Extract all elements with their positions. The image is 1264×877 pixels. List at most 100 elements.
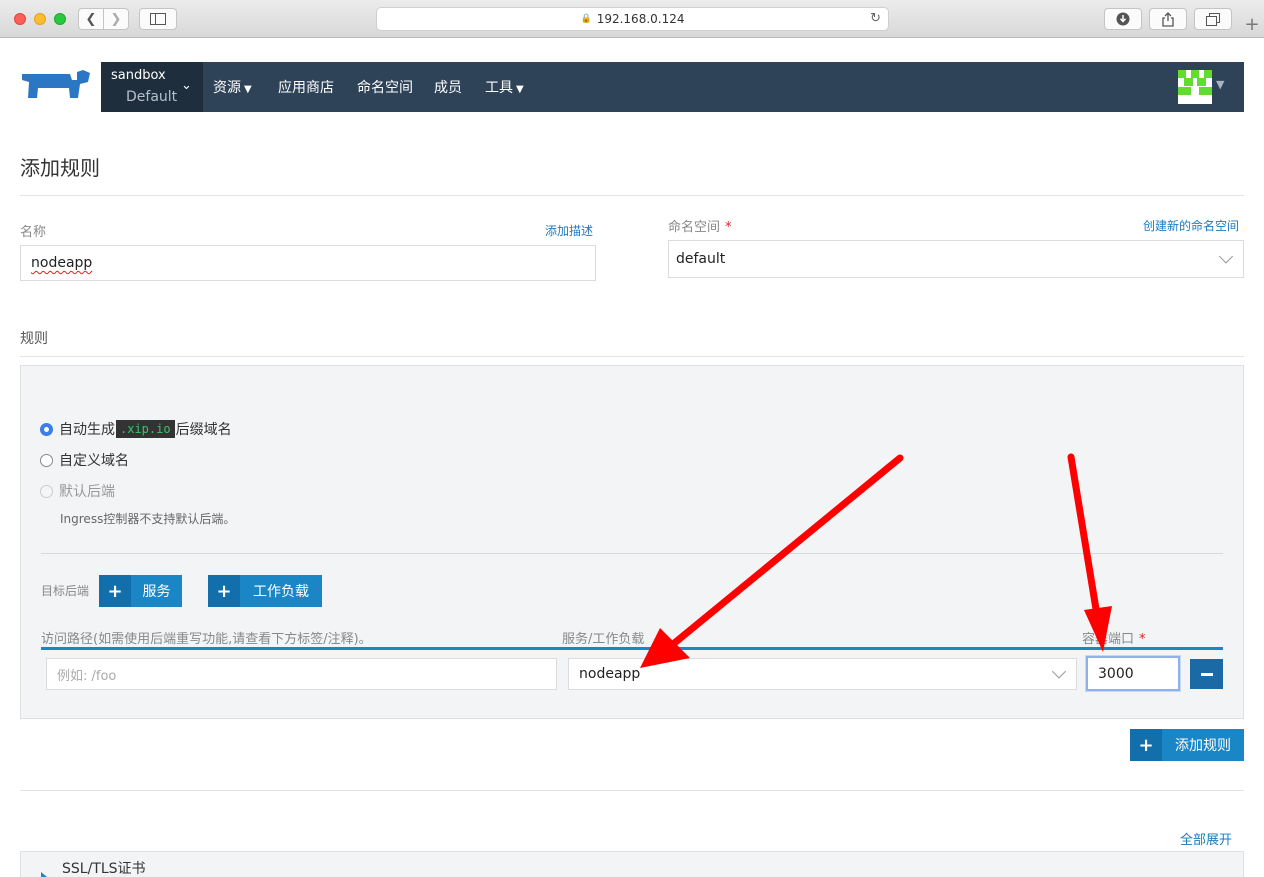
expand-all-link[interactable]: 全部展开 (1180, 829, 1232, 848)
lock-icon: 🔒 (580, 14, 592, 24)
name-label: 名称 (20, 225, 47, 240)
nav-resources-label: 资源 (213, 80, 241, 96)
name-value: nodeapp (31, 255, 93, 271)
add-workload-label: 工作负载 (253, 584, 309, 600)
plus-icon: + (208, 575, 240, 607)
rule-table-header-line (41, 647, 1223, 650)
xip-code: .xip.io (116, 420, 175, 438)
target-select[interactable]: nodeapp (568, 658, 1077, 690)
chevron-down-icon: ▼ (244, 84, 252, 95)
required-marker: * (1139, 632, 1146, 647)
plus-icon: + (1244, 14, 1260, 35)
nav-namespaces[interactable]: 命名空间 (357, 77, 413, 97)
chevron-right-icon: ❯ (110, 11, 122, 27)
add-rule-label: 添加规则 (1175, 738, 1231, 754)
nav-namespaces-label: 命名空间 (357, 80, 413, 96)
create-namespace-link[interactable]: 创建新的命名空间 (1143, 217, 1239, 234)
forward-button[interactable]: ❯ (103, 8, 129, 30)
share-button[interactable] (1149, 8, 1187, 30)
address-text: 192.168.0.124 (596, 12, 685, 26)
port-value: 3000 (1098, 665, 1134, 682)
divider (41, 553, 1223, 554)
chevron-down-icon: ▼ (516, 84, 524, 95)
target-backend-label: 目标后端 (41, 584, 90, 598)
radio-default-backend: 默认后端 (40, 481, 115, 501)
expand-arrow-icon (41, 872, 47, 877)
new-tab-button[interactable]: + (1240, 14, 1264, 38)
target-value: nodeapp (579, 666, 641, 682)
divider (20, 195, 1244, 196)
path-column-header: 访问路径(如需使用后端重写功能,请查看下方标签/注释)。 (41, 632, 372, 647)
download-icon (1116, 12, 1130, 26)
rancher-logo-icon[interactable] (20, 66, 92, 106)
radio-auto-xip[interactable]: 自动生成 .xip.io 后缀域名 (40, 419, 232, 439)
name-input[interactable]: nodeapp (20, 245, 596, 281)
radio-auto-label: 自动生成 (59, 422, 115, 438)
cluster-project-switcher[interactable]: sandbox Default ⌄ (101, 62, 203, 112)
radio-disabled-icon (40, 484, 53, 498)
user-menu-chevron-icon[interactable]: ▼ (1216, 78, 1224, 91)
radio-custom-label: 自定义域名 (59, 453, 129, 469)
add-description-link[interactable]: 添加描述 (545, 222, 593, 239)
required-marker: * (725, 220, 732, 235)
add-service-button[interactable]: + 服务 (99, 575, 182, 607)
plus-icon: + (1130, 729, 1162, 761)
namespace-select[interactable]: default (668, 240, 1244, 278)
page-title: 添加规则 (20, 156, 100, 180)
nav-tools-label: 工具 (485, 80, 513, 96)
add-rule-button[interactable]: + 添加规则 (1130, 729, 1244, 761)
add-workload-button[interactable]: + 工作负载 (208, 575, 322, 607)
add-service-label: 服务 (142, 584, 171, 600)
namespace-value: default (676, 251, 726, 267)
user-avatar[interactable] (1178, 70, 1212, 104)
port-input[interactable]: 3000 (1086, 656, 1180, 691)
namespace-label-text: 命名空间 (668, 220, 721, 235)
chevron-down-icon: ⌄ (181, 78, 192, 93)
share-icon (1162, 11, 1174, 27)
reload-icon[interactable]: ↻ (870, 11, 881, 26)
path-input[interactable]: 例如: /foo (46, 658, 557, 690)
nav-members-label: 成员 (434, 80, 462, 96)
minimize-window-button[interactable] (34, 13, 46, 25)
radio-custom-domain[interactable]: 自定义域名 (40, 450, 129, 470)
sidebar-icon (150, 13, 166, 25)
nav-tools[interactable]: 工具 ▼ (485, 77, 524, 97)
minus-icon (1200, 672, 1213, 676)
nav-resources[interactable]: 资源 ▼ (213, 77, 252, 97)
cluster-name: sandbox (111, 68, 166, 83)
radio-selected-icon (40, 422, 53, 436)
rules-heading: 规则 (20, 331, 48, 347)
address-bar[interactable]: 🔒 192.168.0.124 ↻ (376, 7, 889, 31)
radio-default-label: 默认后端 (59, 484, 115, 500)
divider (20, 356, 1244, 357)
top-navigation: sandbox Default ⌄ 资源 ▼ 应用商店 命名空间 成员 工具 ▼ ▼ (101, 62, 1244, 112)
tab-overview-button[interactable] (1194, 8, 1232, 30)
close-window-button[interactable] (14, 13, 26, 25)
path-placeholder: 例如: /foo (57, 668, 117, 684)
target-column-header: 服务/工作负载 (562, 632, 645, 647)
ssl-section-title: SSL/TLS证书 (62, 861, 146, 877)
chevron-left-icon: ❮ (85, 11, 97, 27)
back-button[interactable]: ❮ (78, 8, 104, 30)
downloads-button[interactable] (1104, 8, 1142, 30)
zoom-window-button[interactable] (54, 13, 66, 25)
nav-catalog-apps-label: 应用商店 (278, 80, 334, 96)
tabs-icon (1206, 12, 1220, 26)
chevron-down-icon (1218, 249, 1234, 264)
radio-unselected-icon (40, 453, 53, 467)
sidebar-toggle-button[interactable] (139, 8, 177, 30)
radio-auto-suffix: 后缀域名 (175, 422, 232, 438)
divider (20, 790, 1244, 791)
project-name: Default (126, 89, 178, 105)
chevron-down-icon (1051, 664, 1067, 679)
nav-catalog-apps[interactable]: 应用商店 (278, 77, 334, 97)
port-column-label: 容器端口 (1082, 632, 1135, 647)
namespace-label: 命名空间 * (668, 216, 732, 235)
plus-icon: + (99, 575, 131, 607)
default-backend-hint: Ingress控制器不支持默认后端。 (60, 512, 236, 526)
port-column-header: 容器端口 * (1082, 628, 1146, 647)
remove-rule-row-button[interactable] (1190, 659, 1223, 689)
ssl-section[interactable]: SSL/TLS证书 (20, 851, 1244, 877)
nav-members[interactable]: 成员 (434, 77, 462, 97)
browser-toolbar: ❮ ❯ 🔒 192.168.0.124 ↻ + (0, 0, 1264, 38)
